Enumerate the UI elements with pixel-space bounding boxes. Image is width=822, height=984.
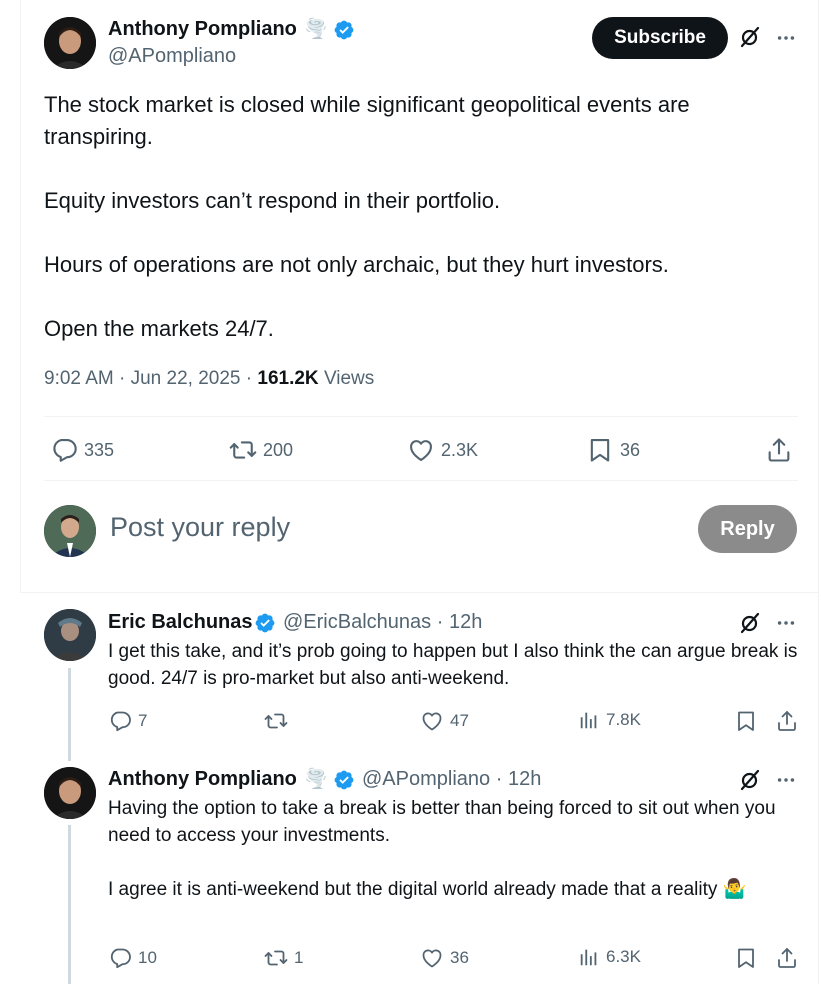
tweet-paragraph: Open the markets 24/7. [44,316,274,341]
views-action[interactable]: 7.8K [578,709,641,731]
reply-button[interactable]: Reply [698,505,797,553]
avatar[interactable] [44,767,96,819]
avatar[interactable] [44,17,96,69]
author-handle[interactable]: @EricBalchunas [283,611,431,633]
separator: · [436,611,444,633]
repost-icon [229,436,257,464]
reply-time[interactable]: 12h [449,611,482,633]
repost-icon [264,946,288,970]
author-handle[interactable]: @APompliano [108,45,236,68]
reply-paragraph: I agree it is anti-weekend but the digit… [108,879,747,900]
author-handle[interactable]: @APompliano [362,768,490,790]
avatar-image [44,609,96,661]
share-icon [765,436,793,464]
repost-count: 1 [294,948,304,967]
like-icon [407,436,435,464]
divider [44,416,798,417]
author-name[interactable]: Anthony Pompliano [108,18,297,41]
verified-badge-icon[interactable] [333,19,355,41]
separator: · [119,368,126,389]
reply-icon [108,709,132,733]
bookmark-icon [586,436,614,464]
grok-icon[interactable] [738,25,762,49]
bookmark-action[interactable]: 36 [586,436,640,464]
tweet-metadata: 9:02 AM · Jun 22, 2025 · 161.2K Views [44,368,374,390]
verified-badge-icon[interactable] [254,612,276,634]
reply-time[interactable]: 12h [508,768,541,790]
like-count: 2.3K [441,439,479,460]
tweet-text: The stock market is closed while signifi… [44,89,804,377]
share-action[interactable] [765,436,793,464]
tweet-paragraph: Hours of operations are not only archaic… [44,252,669,277]
timeline-left-border [20,0,21,592]
reply-icon [108,946,132,970]
tweet-paragraph: Equity investors can’t respond in their … [44,188,501,213]
grok-icon[interactable] [738,611,762,635]
tweet-date[interactable]: Jun 22, 2025 [131,368,241,389]
divider [44,480,798,481]
reply-paragraph: I get this take, and it’s prob going to … [108,641,798,689]
views-label: Views [323,368,375,389]
like-count: 47 [450,711,469,730]
bookmark-icon[interactable] [734,946,758,970]
like-action[interactable]: 2.3K [407,436,478,464]
repost-count: 200 [263,439,294,460]
reply-metadata: @EricBalchunas · 12h [283,611,482,634]
more-icon[interactable] [775,27,797,49]
reply-count: 10 [138,948,157,967]
author-emoji: 🌪️ [304,769,328,790]
avatar-image [44,17,96,69]
author-name[interactable]: Eric Balchunas [108,611,253,634]
views-count: 7.8K [606,710,641,729]
views-icon [578,946,600,968]
verified-badge-icon[interactable] [333,769,355,791]
more-icon[interactable] [775,769,797,791]
separator: · [495,768,503,790]
subscribe-button[interactable]: Subscribe [592,17,728,59]
like-action[interactable]: 36 [420,946,469,970]
reply-action[interactable]: 7 [108,709,147,733]
views-count: 161.2K [257,368,319,389]
like-action[interactable]: 47 [420,709,469,733]
author-emoji: 🌪️ [304,19,328,40]
repost-icon [264,709,288,733]
bookmark-count: 36 [620,439,641,460]
repost-action[interactable] [264,709,294,733]
repost-action[interactable]: 200 [229,436,293,464]
share-icon[interactable] [775,946,799,970]
avatar[interactable] [44,609,96,661]
thread-line [68,825,71,984]
current-user-avatar[interactable] [44,505,96,557]
like-icon [420,946,444,970]
avatar-image [44,767,96,819]
reply-metadata: @APompliano · 12h [362,768,541,791]
views-count: 6.3K [606,947,641,966]
tweet-paragraph: The stock market is closed while signifi… [44,92,690,149]
repost-action[interactable]: 1 [264,946,303,970]
more-icon[interactable] [775,612,797,634]
reply-icon [50,436,78,464]
grok-icon[interactable] [738,768,762,792]
bookmark-icon[interactable] [734,709,758,733]
reply-text: Having the option to take a break is bet… [108,795,808,903]
timeline-right-border [818,0,819,984]
tweet-time[interactable]: 9:02 AM [44,368,114,389]
thread-line [68,668,71,761]
reply-count: 7 [138,711,148,730]
avatar-image [44,505,96,557]
reply-action[interactable]: 10 [108,946,157,970]
section-divider [20,592,818,593]
like-count: 36 [450,948,469,967]
reply-count: 335 [84,439,115,460]
separator: · [245,368,253,389]
share-icon[interactable] [775,709,799,733]
views-icon [578,709,600,731]
reply-text: I get this take, and it’s prob going to … [108,638,808,692]
views-action[interactable]: 6.3K [578,946,641,968]
author-name[interactable]: Anthony Pompliano [108,768,297,791]
reply-action[interactable]: 335 [50,436,114,464]
reply-paragraph: Having the option to take a break is bet… [108,798,776,846]
like-icon [420,709,444,733]
reply-input[interactable]: Post your reply [110,512,290,543]
